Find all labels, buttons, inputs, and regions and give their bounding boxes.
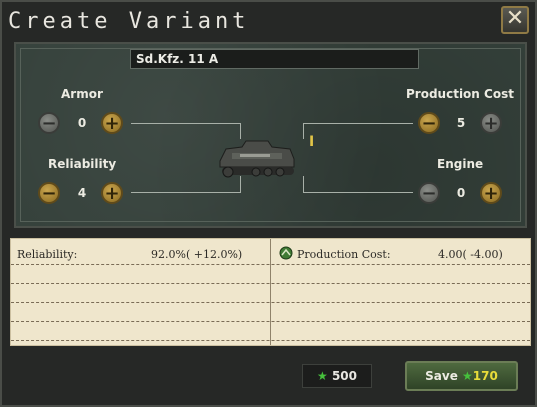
armor-value: 0: [77, 116, 87, 130]
engine-connector: [303, 192, 413, 193]
armor-increase-button[interactable]: +: [101, 112, 123, 134]
armor-connector-drop: [240, 123, 241, 139]
star-icon: ★: [462, 369, 473, 383]
engine-increase-button[interactable]: +: [480, 182, 502, 204]
reliability-connector: [131, 192, 241, 193]
plus-icon: +: [483, 113, 499, 134]
window-title: Create Variant: [8, 9, 250, 34]
close-icon: ✕: [505, 6, 525, 31]
production-cost-value: 5: [456, 116, 466, 130]
reliability-summary-value: 92.0%( +12.0%): [151, 248, 243, 261]
engine-connector-rise: [303, 176, 304, 192]
minus-icon: −: [41, 113, 57, 134]
create-variant-window: Create Variant ✕ Sd.Kfz. 11 A Armor − 0 …: [0, 0, 537, 407]
plus-icon: +: [104, 183, 120, 204]
production-cost-decrease-button[interactable]: −: [418, 112, 440, 134]
save-cost: 170: [472, 369, 498, 383]
production-cost-summary-value: 4.00( -4.00): [438, 248, 503, 261]
production-cost-increase-button[interactable]: +: [480, 112, 502, 134]
reliability-summary-label: Reliability:: [17, 248, 78, 261]
reliability-decrease-button[interactable]: −: [38, 182, 60, 204]
production-cost-summary-label: Production Cost:: [297, 248, 391, 261]
experience-value: 500: [331, 369, 357, 383]
variant-stats-sheet: Reliability: 92.0%( +12.0%) Production C…: [10, 238, 531, 346]
armor-label: Armor: [61, 87, 103, 101]
plus-icon: +: [104, 113, 120, 134]
sheet-divider: [270, 239, 271, 345]
engine-value: 0: [456, 186, 466, 200]
engine-decrease-button[interactable]: −: [418, 182, 440, 204]
save-label: Save: [425, 369, 458, 383]
plus-icon: +: [483, 183, 499, 204]
production-cost-connector: [303, 123, 413, 124]
experience-display: ★ 500: [302, 364, 372, 388]
star-icon: ★: [316, 369, 328, 383]
halftrack-vehicle-image: [219, 140, 295, 178]
variant-name-input[interactable]: Sd.Kfz. 11 A: [130, 49, 419, 69]
minus-icon: −: [421, 183, 437, 204]
save-button[interactable]: Save ★170: [405, 361, 518, 391]
production-cost-label: Production Cost: [406, 87, 514, 101]
reliability-label: Reliability: [48, 157, 117, 171]
reliability-value: 4: [77, 186, 87, 200]
production-cost-connector-drop: [303, 123, 304, 139]
minus-icon: −: [41, 183, 57, 204]
design-panel: Sd.Kfz. 11 A Armor − 0 + Production Cost…: [14, 42, 527, 228]
armor-decrease-button[interactable]: −: [38, 112, 60, 134]
text-cursor-icon: I: [309, 134, 315, 150]
panel-frame: [20, 48, 521, 222]
engine-label: Engine: [437, 157, 484, 171]
armor-connector: [131, 123, 241, 124]
minus-icon: −: [421, 113, 437, 134]
reliability-increase-button[interactable]: +: [101, 182, 123, 204]
production-cost-icon: [279, 246, 293, 260]
close-button[interactable]: ✕: [501, 6, 529, 34]
